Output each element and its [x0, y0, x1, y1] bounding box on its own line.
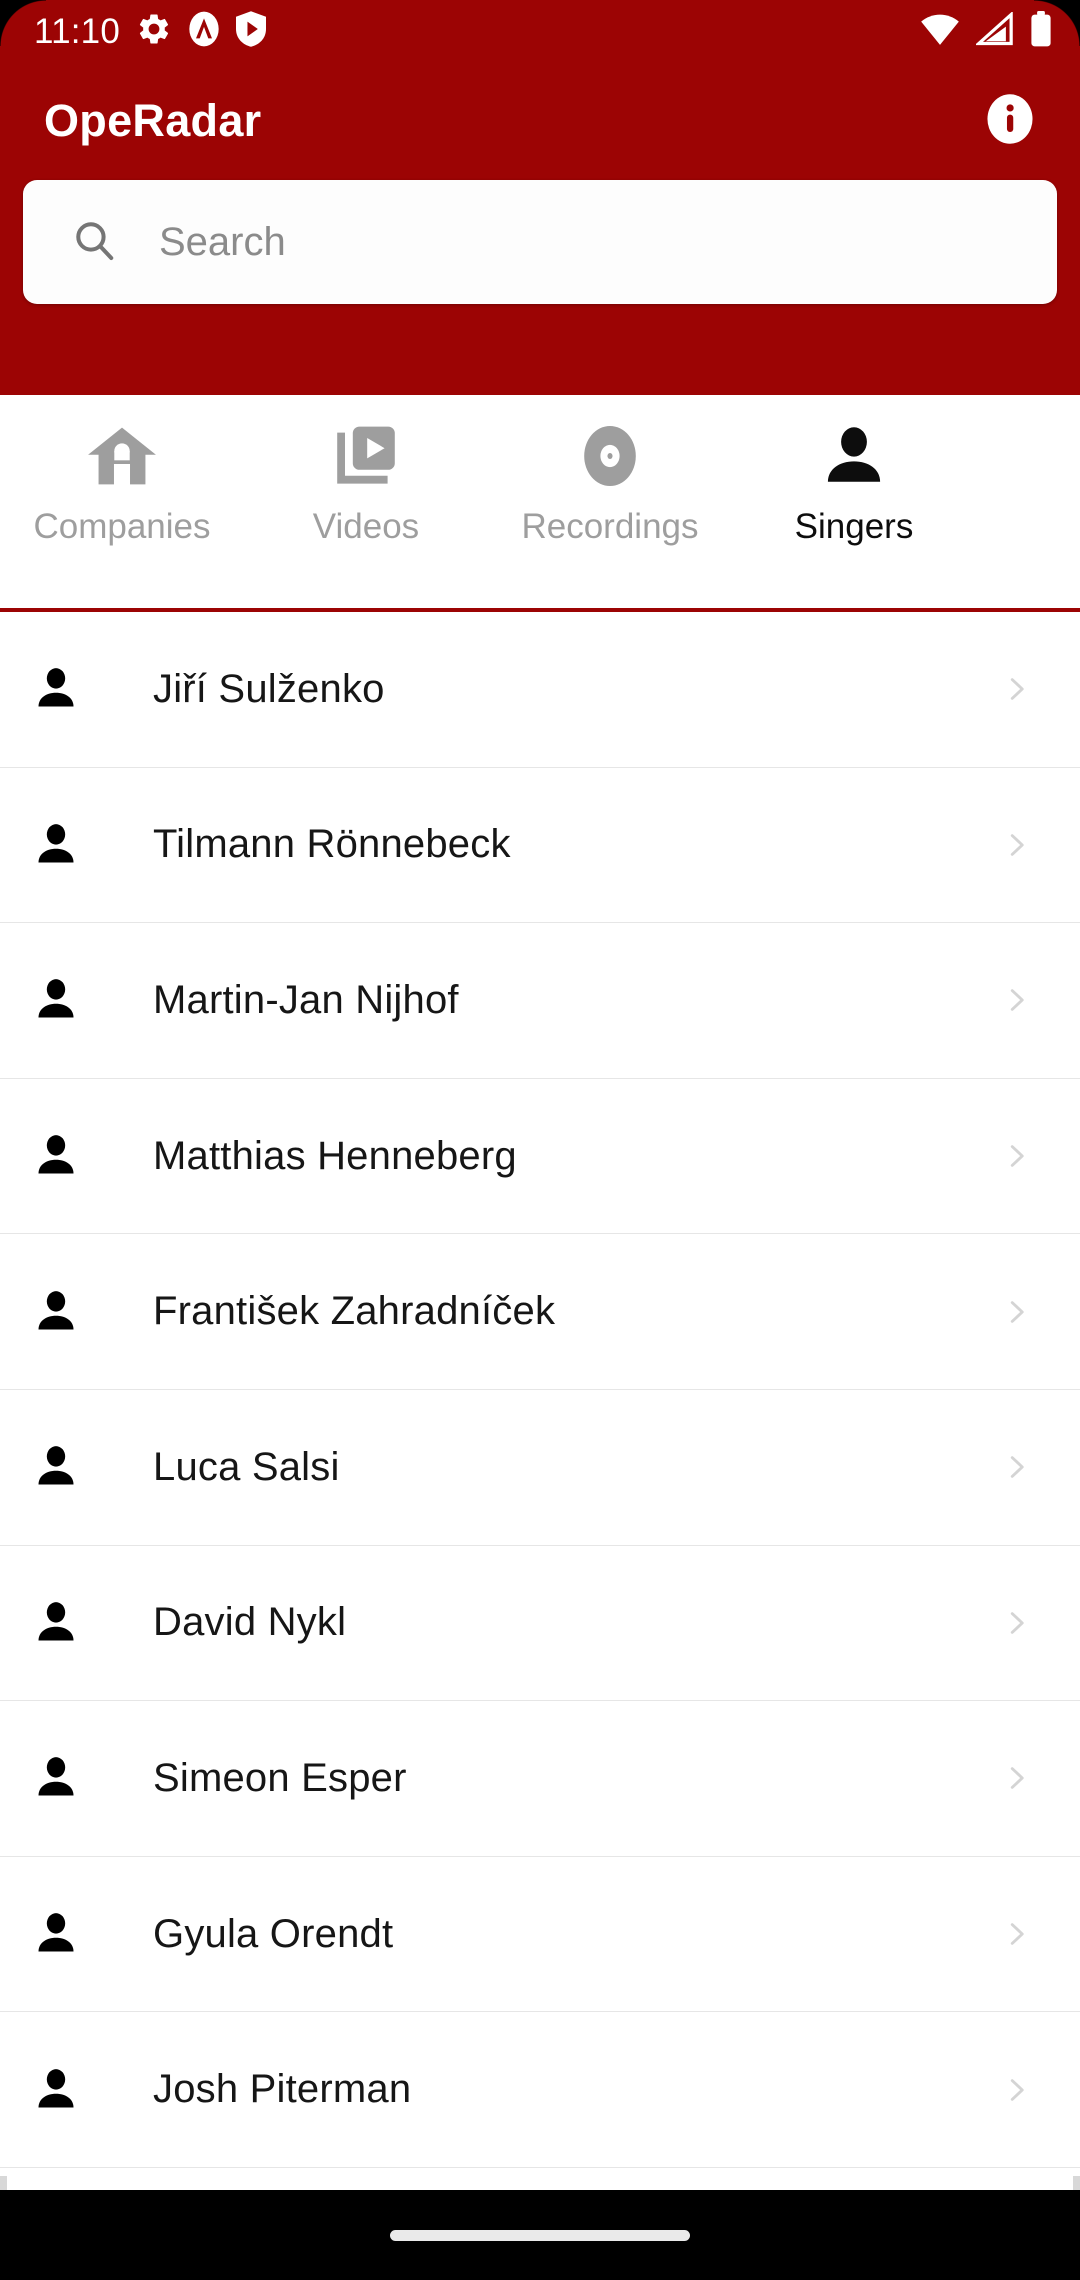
category-tab-bar[interactable]: sers Companies Videos	[0, 395, 1080, 612]
person-icon	[0, 820, 112, 870]
chevron-right-icon	[988, 1297, 1044, 1327]
list-item-name: Gyula Orendt	[153, 1911, 394, 1956]
person-icon	[0, 1131, 112, 1181]
tab-label-recordings: Recordings	[521, 507, 699, 546]
list-item[interactable]: Josh Piterman	[0, 2012, 1080, 2168]
person-icon	[0, 664, 112, 714]
home-icon	[85, 417, 159, 495]
info-icon	[984, 93, 1036, 150]
chevron-right-icon	[988, 1919, 1044, 1949]
list-item-name: David Nykl	[153, 1600, 347, 1645]
wifi-icon	[920, 12, 960, 51]
tab-label-videos: Videos	[312, 507, 420, 546]
tab-videos[interactable]: Videos	[244, 395, 488, 608]
person-icon	[818, 417, 890, 495]
status-bar-left: 11:10	[34, 10, 920, 53]
screen-edge-right	[1073, 2176, 1080, 2190]
status-bar-right	[920, 10, 1052, 52]
status-bar: 11:10	[0, 0, 1080, 62]
chevron-right-icon	[988, 2075, 1044, 2105]
list-item-name: Tilmann Rönnebeck	[153, 822, 511, 867]
app-screen: 11:10 OpeRadar Search Companies Videos R…	[0, 0, 1080, 2280]
list-item[interactable]: František Zahradníček	[0, 1234, 1080, 1390]
person-icon	[0, 1598, 112, 1648]
tab-singers[interactable]: Singers	[732, 395, 976, 608]
status-bar-clock: 11:10	[34, 11, 120, 51]
person-icon	[0, 2065, 112, 2115]
list-item-name: František Zahradníček	[153, 1289, 556, 1334]
chevron-right-icon	[988, 985, 1044, 1015]
list-item[interactable]: Matthias Henneberg	[0, 1078, 1080, 1235]
search-icon	[71, 217, 117, 268]
list-item-name: Simeon Esper	[153, 1755, 407, 1800]
screen-corner-top-left	[0, 0, 46, 46]
tab-label-companies: Companies	[33, 507, 211, 546]
list-item[interactable]	[0, 2167, 1080, 2180]
app-bar: OpeRadar	[0, 62, 1080, 395]
search-input[interactable]	[159, 180, 1057, 304]
list-item[interactable]: David Nykl	[0, 1545, 1080, 1702]
person-icon	[0, 975, 112, 1025]
info-button[interactable]	[984, 93, 1036, 150]
list-item[interactable]: Gyula Orendt	[0, 1856, 1080, 2013]
list-item-name: Martin-Jan Nijhof	[153, 977, 459, 1022]
tab-companies[interactable]: Companies	[0, 395, 244, 608]
search-bar[interactable]	[23, 180, 1057, 304]
list-item[interactable]: Tilmann Rönnebeck	[0, 767, 1080, 924]
list-item-name: Luca Salsi	[153, 1444, 340, 1489]
person-icon	[0, 1753, 112, 1803]
list-item-name: Jiří Sulženko	[153, 666, 385, 711]
system-navigation-bar	[0, 2190, 1080, 2280]
list-item-name: Matthias Henneberg	[153, 1133, 517, 1178]
disc-icon	[574, 417, 646, 495]
chevron-right-icon	[988, 830, 1044, 860]
shield-play-icon	[236, 10, 266, 52]
list-item[interactable]: Simeon Esper	[0, 1701, 1080, 1857]
singers-list[interactable]: Jiří Sulženko Tilmann Rönnebeck Martin-J…	[0, 612, 1080, 2180]
page-title: OpeRadar	[44, 95, 262, 146]
cell-signal-icon	[974, 10, 1014, 51]
chevron-right-icon	[988, 674, 1044, 704]
home-gesture-pill[interactable]	[390, 2229, 690, 2241]
list-item[interactable]: Jiří Sulženko	[0, 612, 1080, 768]
video-library-icon	[330, 417, 402, 495]
chevron-right-icon	[988, 1608, 1044, 1638]
list-item-name: Josh Piterman	[153, 2067, 412, 2112]
chevron-right-icon	[988, 1763, 1044, 1793]
tab-recordings[interactable]: Recordings	[488, 395, 732, 608]
app-bar-top-row: OpeRadar	[0, 62, 1080, 180]
screen-corner-top-right	[1034, 0, 1080, 46]
tab-label-singers: Singers	[794, 507, 914, 546]
list-item[interactable]: Luca Salsi	[0, 1389, 1080, 1546]
person-icon	[0, 1442, 112, 1492]
list-item[interactable]: Martin-Jan Nijhof	[0, 923, 1080, 1079]
person-icon	[0, 1909, 112, 1959]
person-icon	[0, 1287, 112, 1337]
screen-edge-left	[0, 2176, 7, 2190]
chevron-right-icon	[988, 1452, 1044, 1482]
gear-icon	[136, 11, 172, 52]
app-badge-icon	[188, 10, 220, 53]
chevron-right-icon	[988, 1141, 1044, 1171]
